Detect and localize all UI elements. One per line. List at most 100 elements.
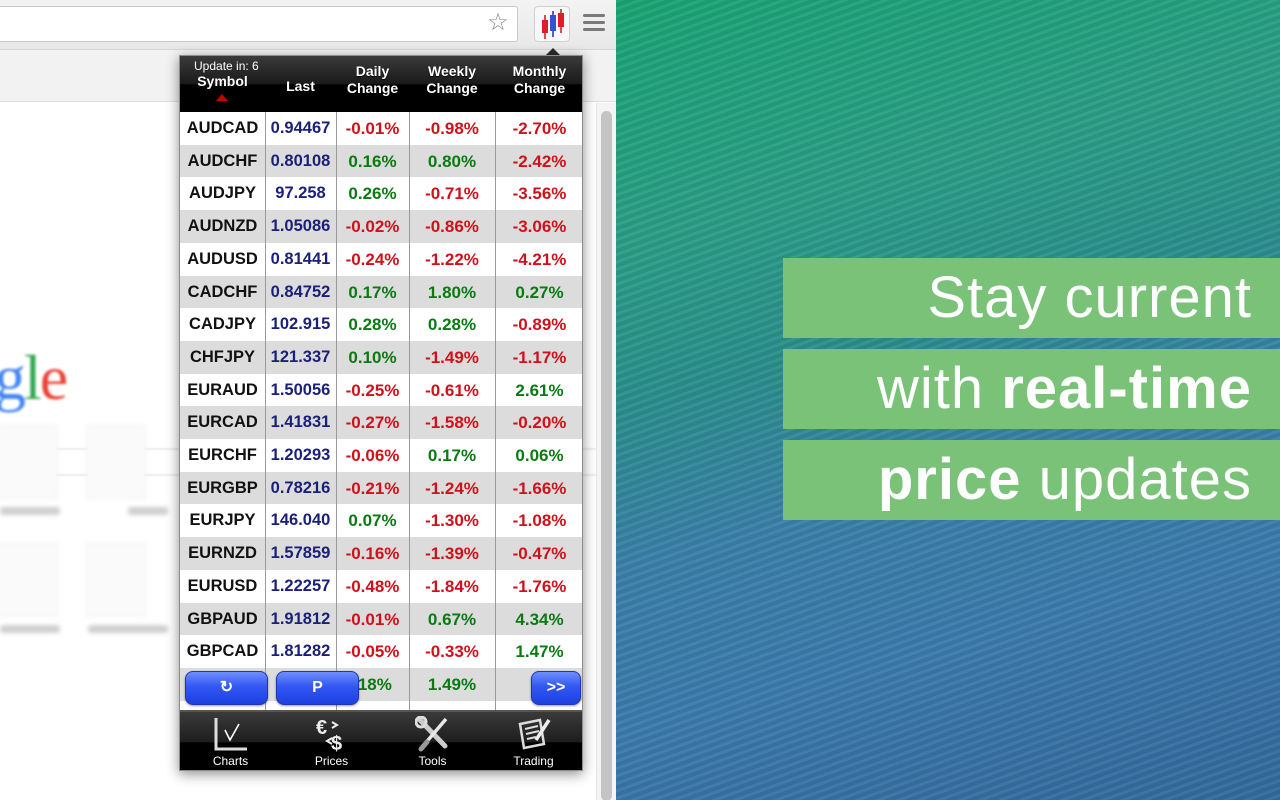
daily-change-cell: -0.25% xyxy=(345,380,400,400)
promo-text: Stay current xyxy=(927,265,1252,330)
most-visited-thumbnail[interactable] xyxy=(86,425,146,499)
symbol-cell: CADJPY xyxy=(189,315,256,334)
daily-change-cell: -0.16% xyxy=(345,544,400,564)
symbol-cell: EURUSD xyxy=(187,576,258,595)
monthly-change-cell: -3.06% xyxy=(512,217,567,237)
hamburger-line xyxy=(583,28,605,31)
most-visited-thumbnail[interactable] xyxy=(0,425,58,499)
weekly-change-cell: 0.67% xyxy=(427,609,477,629)
daily-change-cell: 0.28% xyxy=(348,315,397,335)
weekly-change-cell: -1.22% xyxy=(425,249,479,269)
weekly-change-cell: 0.80% xyxy=(427,151,477,171)
symbol-cell: AUDJPY xyxy=(189,184,256,203)
table-row[interactable]: CADJPY 102.915 0.28% 0.28% -0.89% xyxy=(180,308,582,342)
most-visited-thumbnail[interactable] xyxy=(86,543,146,617)
monthly-change-cell: -0.20% xyxy=(512,413,567,433)
tab-label: Tools xyxy=(418,754,447,768)
hamburger-line xyxy=(583,21,605,24)
symbol-cell: AUDCAD xyxy=(186,119,259,137)
currency-exchange-icon: € $ xyxy=(316,717,342,752)
sort-ascending-icon xyxy=(216,94,228,101)
table-row[interactable]: GBPCAD 1.81282 -0.05% -0.33% 1.47% xyxy=(180,635,582,669)
next-page-button[interactable]: >> xyxy=(531,671,581,705)
table-row[interactable]: EURUSD 1.22257 -0.48% -1.84% -1.76% xyxy=(180,569,582,603)
table-row[interactable]: EURCHF 1.20293 -0.06% 0.17% 0.06% xyxy=(180,439,582,472)
header-line: Change xyxy=(426,80,478,96)
daily-change-cell: -0.02% xyxy=(345,217,400,237)
last-price-cell: 0.78216 xyxy=(270,478,331,497)
table-header: Update in: 6 Symbol Last Daily Change We… xyxy=(180,56,582,112)
weekly-change-cell: -0.33% xyxy=(425,642,479,662)
table-row[interactable]: EURNZD 1.57859 -0.16% -1.39% -0.47% xyxy=(180,537,582,571)
monthly-change-cell: 4.34% xyxy=(515,609,564,629)
bookmark-star-icon[interactable]: ☆ xyxy=(484,9,512,37)
most-visited-thumbnail[interactable] xyxy=(0,543,58,617)
monthly-change-cell: 2.61% xyxy=(515,380,564,400)
table-row[interactable]: GBPAUD 1.91812 -0.01% 0.67% 4.34% xyxy=(180,602,582,636)
column-header-last[interactable]: Last xyxy=(265,78,336,98)
header-line: Weekly xyxy=(428,63,476,79)
symbol-cell: CHFJPY xyxy=(189,347,256,366)
weekly-change-cell: -1.39% xyxy=(425,544,479,564)
last-price-cell: 97.258 xyxy=(275,184,326,203)
table-row[interactable]: AUDNZD 1.05086 -0.02% -0.86% -3.06% xyxy=(180,210,582,244)
last-price-cell: 146.040 xyxy=(270,511,331,530)
last-price-cell: 1.20293 xyxy=(270,446,331,464)
tab-label: Charts xyxy=(212,754,249,768)
table-row[interactable]: AUDCAD 0.94467 -0.01% -0.98% -2.70% xyxy=(180,112,582,145)
weekly-change-cell: -1.84% xyxy=(425,576,479,596)
promo-text: with xyxy=(876,356,1002,421)
last-price-cell: 0.94467 xyxy=(270,119,331,137)
table-row[interactable]: EURJPY 146.040 0.07% -1.30% -1.08% xyxy=(180,504,582,538)
wrench-screwdriver-icon xyxy=(415,716,448,752)
last-price-cell: 1.91812 xyxy=(270,609,331,628)
forex-extension-button[interactable] xyxy=(534,6,570,42)
symbol-cell: EURGBP xyxy=(187,478,258,497)
tab-charts[interactable]: Charts xyxy=(180,712,281,770)
refresh-button[interactable]: ↻ xyxy=(185,671,268,705)
logo-letter: e xyxy=(39,342,68,413)
address-bar[interactable] xyxy=(0,6,518,42)
table-row[interactable]: AUDJPY 97.258 0.26% -0.71% -3.56% xyxy=(180,177,582,211)
symbol-cell: EURNZD xyxy=(188,544,257,563)
pause-button[interactable]: Р xyxy=(276,671,359,705)
column-divider xyxy=(265,112,266,712)
daily-change-cell: -0.21% xyxy=(345,478,400,498)
browser-toolbar: ☆ xyxy=(0,0,616,50)
weekly-change-cell: 0.17% xyxy=(427,446,477,465)
tab-prices[interactable]: € $ Prices xyxy=(281,712,382,770)
table-row[interactable]: EURCAD 1.41831 -0.27% -1.58% -0.20% xyxy=(180,406,582,440)
table-row[interactable]: AUDCHF 0.80108 0.16% 0.80% -2.42% xyxy=(180,144,582,178)
promo-banner-line-2: with real-time xyxy=(783,349,1280,429)
table-row[interactable]: EURGBP 0.78216 -0.21% -1.24% -1.66% xyxy=(180,471,582,505)
column-header-monthly[interactable]: Monthly Change xyxy=(495,63,582,119)
symbol-cell: GBPAUD xyxy=(187,609,258,628)
column-header-weekly[interactable]: Weekly Change xyxy=(409,63,495,119)
column-header-daily[interactable]: Daily Change xyxy=(336,63,409,119)
browser-menu-button[interactable] xyxy=(583,14,605,34)
last-price-cell: 1.57859 xyxy=(270,544,331,563)
table-row[interactable]: AUDUSD 0.81441 -0.24% -1.22% -4.21% xyxy=(180,242,582,276)
weekly-change-cell: 1.80% xyxy=(427,282,477,302)
table-row[interactable]: CADCHF 0.84752 0.17% 1.80% 0.27% xyxy=(180,275,582,309)
daily-change-cell: 0.07% xyxy=(348,511,397,531)
weekly-change-cell: 1.49% xyxy=(427,674,477,694)
weekly-change-cell: -1.30% xyxy=(425,511,479,531)
header-line: Monthly xyxy=(512,63,567,79)
promo-panel: Stay current with real-time price update… xyxy=(616,0,1280,800)
weekly-change-cell: -0.61% xyxy=(425,380,479,400)
tab-trading[interactable]: Trading xyxy=(483,712,582,770)
promo-text-bold: price xyxy=(877,447,1022,512)
daily-change-cell: -0.24% xyxy=(345,249,400,269)
last-price-cell: 1.50056 xyxy=(270,380,331,399)
page-scrollbar[interactable] xyxy=(596,103,616,800)
logo-letter: l xyxy=(24,342,42,413)
column-header-symbol[interactable]: Symbol xyxy=(180,73,265,93)
monthly-change-cell: 1.47% xyxy=(515,642,564,662)
table-row[interactable]: CHFJPY 121.337 0.10% -1.49% -1.17% xyxy=(180,340,582,374)
scrollbar-thumb[interactable] xyxy=(601,111,612,800)
table-row[interactable]: EURAUD 1.50056 -0.25% -0.61% 2.61% xyxy=(180,373,582,407)
monthly-change-cell: -0.89% xyxy=(512,315,567,335)
promo-banner-line-1: Stay current xyxy=(783,258,1280,338)
tab-tools[interactable]: Tools xyxy=(382,712,483,770)
